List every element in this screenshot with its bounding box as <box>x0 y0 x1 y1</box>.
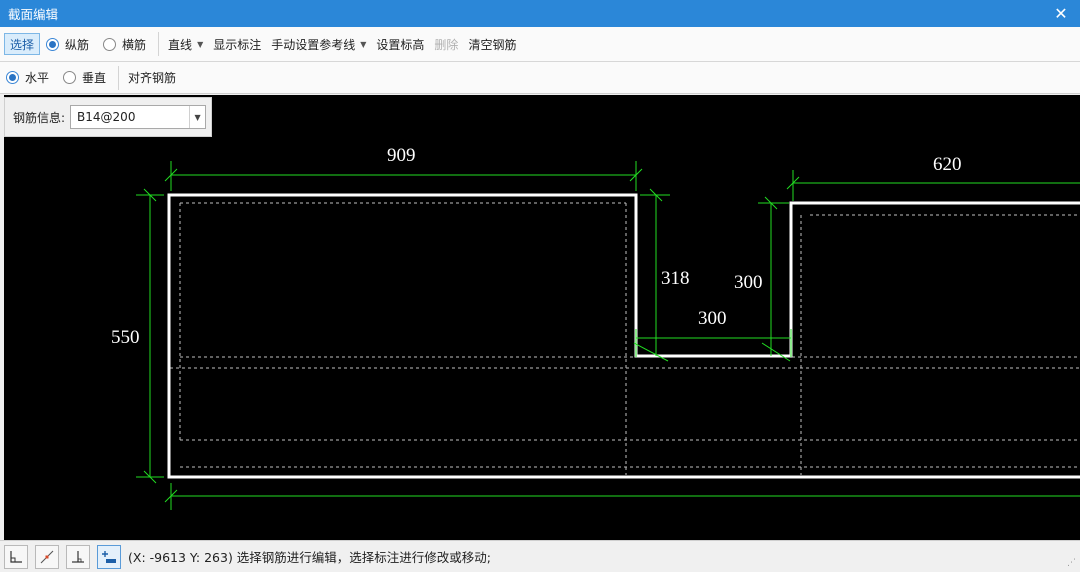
clear-rebar-button[interactable]: 清空钢筋 <box>463 33 521 55</box>
section-outline[interactable] <box>167 193 1080 479</box>
perpendicular-icon[interactable] <box>66 544 90 569</box>
radio-checked-icon <box>46 37 60 51</box>
show-labels-button[interactable]: 显示标注 <box>208 33 266 55</box>
radio-unchecked-icon <box>63 71 77 84</box>
secondary-toolbar: 水平 垂直 对齐钢筋 <box>0 62 1080 94</box>
resize-grip-icon[interactable]: ⋰ <box>1067 558 1076 568</box>
status-text: (X: -9613 Y: 263) 选择钢筋进行编辑，选择标注进行修改或移动; <box>128 550 492 565</box>
select-button[interactable]: 选择 <box>4 33 41 55</box>
delete-button[interactable]: 删除 <box>429 33 463 55</box>
dimension-label-300-bottom[interactable]: 300 <box>698 308 727 329</box>
line-label: 直线 <box>168 37 193 52</box>
radio-vertical[interactable]: 垂直 <box>63 69 106 86</box>
radio-checked-icon <box>6 71 19 84</box>
align-rebar-button[interactable]: 对齐钢筋 <box>123 67 181 89</box>
set-elevation-button[interactable]: 设置标高 <box>371 33 429 55</box>
radio-horizontal-label: 水平 <box>25 71 50 85</box>
add-label-icon[interactable] <box>97 544 121 569</box>
chevron-down-icon: ▼ <box>360 39 367 49</box>
dimension-label-318[interactable]: 318 <box>661 268 690 289</box>
radio-longitudinal[interactable]: 纵筋 <box>46 36 89 53</box>
drawing-canvas[interactable]: 909 620 550 318 300 300 <box>4 95 1080 540</box>
ortho-icon[interactable] <box>4 544 28 569</box>
snap-point-icon[interactable] <box>35 544 59 569</box>
dimension-label-550[interactable]: 550 <box>111 327 140 348</box>
rebar-info-label: 钢筋信息: <box>13 110 66 125</box>
title-bar: 截面编辑 ✕ <box>0 0 1080 27</box>
chevron-down-icon: ▼ <box>197 39 204 49</box>
dimension-label-909[interactable]: 909 <box>387 145 416 166</box>
rebar-guide-lines <box>170 202 1080 475</box>
manual-ref-line-button[interactable]: 手动设置参考线 ▼ <box>266 33 371 55</box>
radio-transverse[interactable]: 横筋 <box>103 36 146 53</box>
chevron-down-icon[interactable]: ▼ <box>189 106 205 128</box>
radio-transverse-label: 横筋 <box>122 37 147 52</box>
radio-longitudinal-label: 纵筋 <box>65 37 90 52</box>
status-bar: (X: -9613 Y: 263) 选择钢筋进行编辑，选择标注进行修改或移动; … <box>0 540 1080 572</box>
dimension-label-620[interactable]: 620 <box>933 154 962 175</box>
line-dropdown-button[interactable]: 直线 ▼ <box>163 33 208 55</box>
section-drawing[interactable]: 909 620 550 318 300 300 <box>4 95 1080 540</box>
radio-horizontal[interactable]: 水平 <box>6 69 49 86</box>
rebar-info-value: B14@200 <box>77 110 136 124</box>
manual-ref-line-label: 手动设置参考线 <box>271 37 356 52</box>
toolbar-divider <box>158 32 160 56</box>
rebar-info-select[interactable]: B14@200 ▼ <box>70 105 207 129</box>
close-icon[interactable]: ✕ <box>1050 4 1072 23</box>
radio-unchecked-icon <box>103 37 117 51</box>
dimension-label-300-right[interactable]: 300 <box>734 272 763 293</box>
toolbar-divider <box>118 65 120 90</box>
rebar-info-panel: 钢筋信息: B14@200 ▼ <box>4 97 212 137</box>
main-toolbar: 选择 纵筋 横筋 直线 ▼ 显示标注 手动设置参考线 ▼ 设置标高 删除 清空钢… <box>0 27 1080 62</box>
dimension-lines[interactable] <box>136 161 1080 510</box>
window-title: 截面编辑 <box>8 7 59 22</box>
radio-vertical-label: 垂直 <box>82 71 107 85</box>
